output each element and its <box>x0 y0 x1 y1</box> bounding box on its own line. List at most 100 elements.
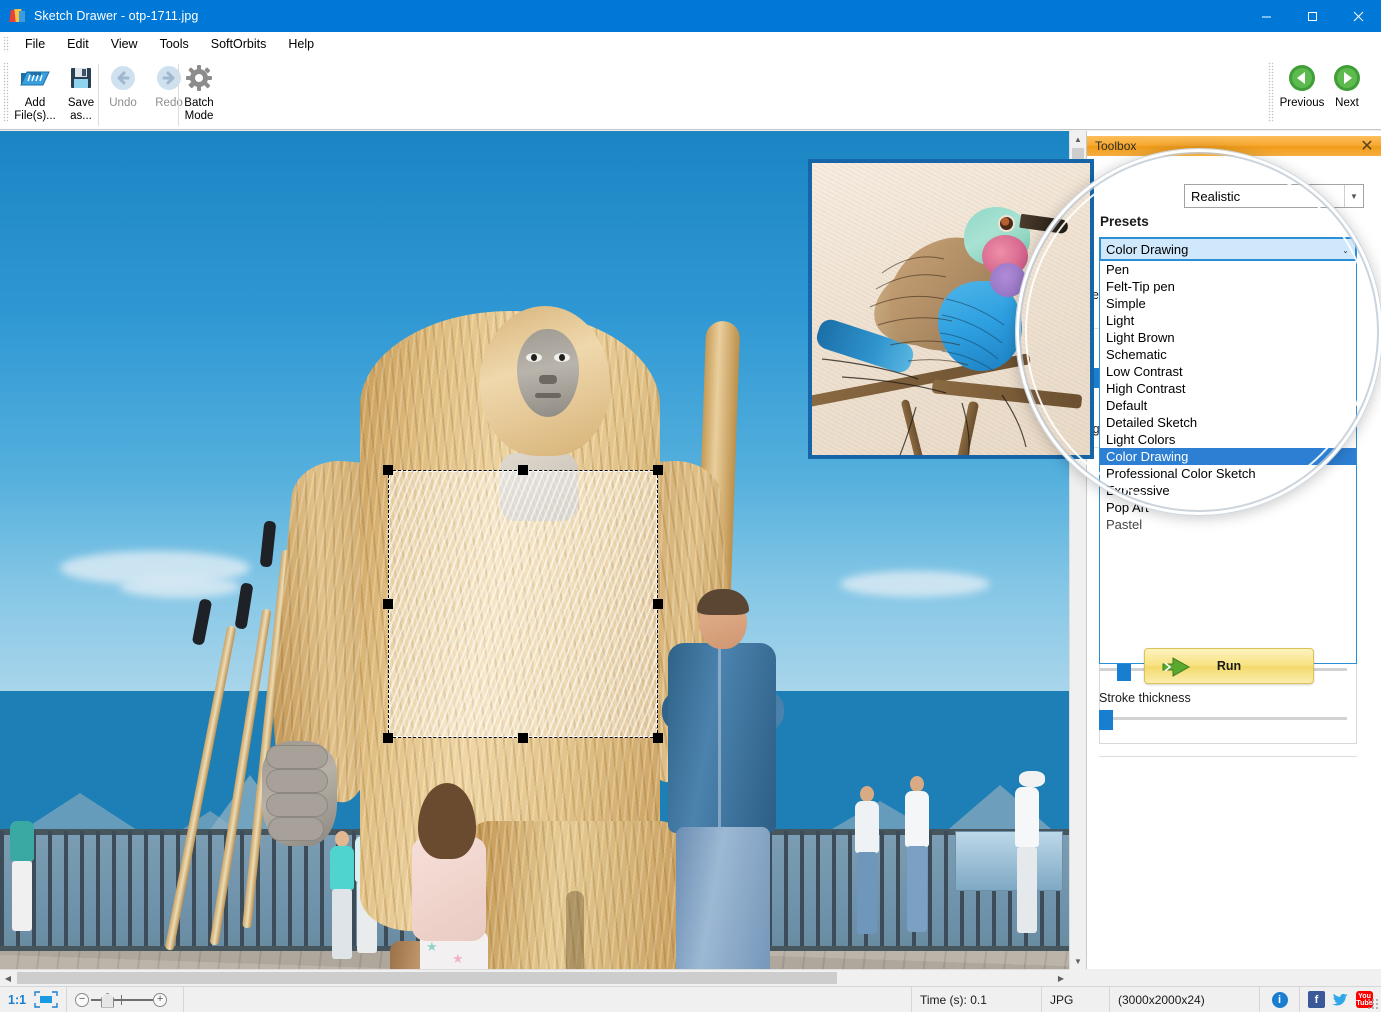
preset-dropdown-list[interactable]: Pen Felt-Tip pen Simple Light Light Brow… <box>1099 260 1357 664</box>
preset-option-simple[interactable]: Simple <box>1100 295 1356 312</box>
status-message-cell <box>184 986 912 1012</box>
preset-combo[interactable]: Color Drawing ⌄ <box>1099 237 1357 261</box>
zoom-slider[interactable]: − + <box>75 991 175 1009</box>
selection-handle-ne[interactable] <box>653 465 663 475</box>
selection-handle-se[interactable] <box>653 733 663 743</box>
run-arrow-icon <box>1159 657 1195 677</box>
preset-option-light[interactable]: Light <box>1100 312 1356 329</box>
preset-combo-chevron-down-icon[interactable]: ⌄ <box>1336 239 1355 261</box>
facebook-icon[interactable]: f <box>1308 991 1325 1008</box>
zoom-ratio-label[interactable]: 1:1 <box>8 993 26 1007</box>
scroll-left-icon[interactable]: ◀ <box>0 970 16 986</box>
toolbar-group-navigation: Previous Next <box>1278 58 1368 128</box>
window-resize-grip-icon[interactable] <box>1367 998 1379 1010</box>
menu-item-file[interactable]: File <box>14 34 56 54</box>
preset-option-pastel[interactable]: Pastel <box>1100 516 1356 533</box>
previous-button[interactable]: Previous <box>1278 58 1326 124</box>
previous-icon <box>1287 62 1317 94</box>
info-cell[interactable]: i <box>1260 986 1300 1012</box>
menu-item-softorbits[interactable]: SoftOrbits <box>200 34 278 54</box>
scroll-up-icon[interactable]: ▲ <box>1070 131 1086 147</box>
preset-option-pop-art[interactable]: Pop Art <box>1100 499 1356 516</box>
selection-handle-e[interactable] <box>653 599 663 609</box>
add-files-icon <box>19 62 51 94</box>
selection-handle-s[interactable] <box>518 733 528 743</box>
preset-option-felt-tip-pen[interactable]: Felt-Tip pen <box>1100 278 1356 295</box>
preview-thumbnail[interactable] <box>808 159 1094 459</box>
photo-man-shirt-placket <box>718 647 721 827</box>
scroll-right-icon[interactable]: ▶ <box>1053 970 1069 986</box>
toolbar-grip-icon <box>3 62 9 122</box>
preset-option-light-colors[interactable]: Light Colors <box>1100 431 1356 448</box>
application-window: Sketch Drawer - otp-1711.jpg File Edit V… <box>0 0 1381 1012</box>
menu-item-edit[interactable]: Edit <box>56 34 100 54</box>
close-button[interactable] <box>1335 0 1381 32</box>
toolbox-close-icon[interactable]: ✕ <box>1358 137 1376 155</box>
preset-option-high-contrast[interactable]: High Contrast <box>1100 380 1356 397</box>
menu-item-view[interactable]: View <box>100 34 149 54</box>
undo-button[interactable]: Undo <box>100 58 146 124</box>
selection-handle-w[interactable] <box>383 599 393 609</box>
minimize-button[interactable] <box>1243 0 1289 32</box>
preset-option-color-drawing[interactable]: Color Drawing <box>1100 448 1356 465</box>
style-combo-chevron-down-icon[interactable]: ▼ <box>1344 185 1363 207</box>
style-combo[interactable]: Realistic ▼ <box>1184 184 1364 208</box>
maximize-button[interactable] <box>1289 0 1335 32</box>
status-bar: 1:1 − + Time (s): 0.1 JPG (3000x2000x24)… <box>0 986 1381 1012</box>
batch-mode-label-line2: Mode <box>184 109 214 122</box>
preset-option-pen[interactable]: Pen <box>1100 261 1356 278</box>
menu-grip-icon <box>3 36 10 52</box>
next-label: Next <box>1335 97 1359 109</box>
toolbox-divider <box>1099 756 1357 757</box>
menu-item-tools[interactable]: Tools <box>149 34 200 54</box>
photo-man-jeans <box>676 827 770 969</box>
canvas-horizontal-scrollbar[interactable]: ◀ ▶ <box>0 969 1069 986</box>
add-files-label-line2: File(s)... <box>14 109 56 122</box>
save-icon <box>67 62 95 94</box>
next-button[interactable]: Next <box>1326 58 1368 124</box>
preset-option-default[interactable]: Default <box>1100 397 1356 414</box>
main-toolbar: Add File(s)... Save as... Undo Redo Batc… <box>0 56 1381 185</box>
preview-bird-eye <box>998 215 1015 232</box>
stroke-thickness-label: Stroke thickness <box>1099 691 1191 705</box>
preset-option-expressive[interactable]: Expressive <box>1100 482 1356 499</box>
toolbar-grip-right-icon <box>1268 62 1274 122</box>
selection-marquee[interactable] <box>388 470 658 738</box>
menu-item-help[interactable]: Help <box>277 34 325 54</box>
selection-handle-n[interactable] <box>518 465 528 475</box>
info-icon[interactable]: i <box>1271 991 1288 1008</box>
scroll-down-icon[interactable]: ▼ <box>1070 953 1086 969</box>
zoom-in-button[interactable]: + <box>153 992 168 1007</box>
add-files-label-line1: Add <box>24 97 46 109</box>
title-bar: Sketch Drawer - otp-1711.jpg <box>0 0 1381 32</box>
add-files-button[interactable]: Add File(s)... <box>12 58 58 124</box>
format-cell: JPG <box>1042 986 1110 1012</box>
photo-man-shirt <box>668 643 776 833</box>
horizontal-scroll-thumb[interactable] <box>17 972 837 984</box>
run-button[interactable]: Run <box>1144 648 1314 684</box>
preset-option-detailed-sketch[interactable]: Detailed Sketch <box>1100 414 1356 431</box>
preset-option-low-contrast[interactable]: Low Contrast <box>1100 363 1356 380</box>
stroke-thickness-slider[interactable] <box>1099 710 1347 730</box>
toolbox-title: Toolbox <box>1095 139 1137 153</box>
preset-option-light-brown[interactable]: Light Brown <box>1100 329 1356 346</box>
previous-label: Previous <box>1279 97 1325 109</box>
preset-option-schematic[interactable]: Schematic <box>1100 346 1356 363</box>
undo-icon <box>108 62 138 94</box>
selection-handle-sw[interactable] <box>383 733 393 743</box>
batch-mode-label-line1: Batch <box>184 97 214 109</box>
zoom-out-button[interactable]: − <box>75 992 90 1007</box>
photo-yeti-hand <box>262 741 337 846</box>
preset-option-professional-color-sketch[interactable]: Professional Color Sketch <box>1100 465 1356 482</box>
zoom-slider-cell[interactable]: − + <box>67 986 185 1012</box>
fit-to-window-icon <box>34 991 58 1008</box>
zoom-slider-thumb[interactable] <box>101 992 115 1008</box>
scrollbar-corner <box>1069 969 1086 986</box>
selection-handle-nw[interactable] <box>383 465 393 475</box>
dimensions-cell: (3000x2000x24) <box>1110 986 1260 1012</box>
save-as-label-line1: Save <box>67 97 95 109</box>
preview-bird-throat <box>990 263 1026 297</box>
batch-mode-button[interactable]: Batch Mode <box>176 58 222 124</box>
twitter-icon[interactable] <box>1332 991 1349 1008</box>
fit-to-window-button[interactable] <box>30 986 68 1012</box>
